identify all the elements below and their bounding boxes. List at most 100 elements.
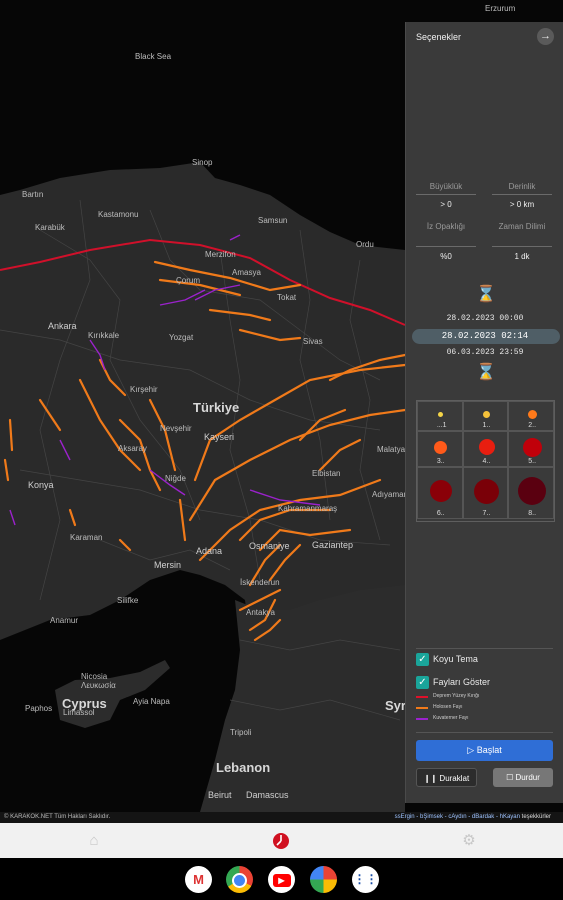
map-label: Adıyaman [372, 490, 409, 499]
map-label: Silifke [117, 596, 139, 605]
map-label: Tripoli [230, 728, 252, 737]
divider [492, 194, 552, 195]
map-label: Bartın [22, 190, 44, 199]
magnitude-cell[interactable]: 4.. [462, 431, 509, 467]
magnitude-label: 2.. [528, 422, 537, 429]
youtube-icon[interactable]: ▶ [268, 866, 295, 893]
map-label: Kırıkkale [88, 331, 120, 340]
magnitude-dot [474, 478, 500, 504]
map-label: Türkiye [193, 400, 240, 415]
legend-label: Kuvaterner Fayı [433, 715, 469, 721]
arrow-right-circle-icon[interactable]: → [537, 28, 554, 45]
magnitude-dot [478, 439, 495, 455]
map-label: Sivas [303, 337, 323, 346]
map-label: Merzifon [205, 250, 236, 259]
map-label: Nevşehir [160, 424, 192, 433]
map-label: Kayseri [204, 432, 235, 442]
home-icon[interactable]: ⌂ [84, 831, 104, 851]
time-step-select[interactable]: 1 dk [492, 252, 552, 261]
map-label: Elbistan [312, 469, 341, 478]
map-label: Amasya [232, 268, 261, 277]
magnitude-label: ...1 [436, 422, 447, 429]
magnitude-label: 7.. [482, 510, 491, 517]
show-faults-label: Fayları Göster [433, 677, 491, 687]
current-time[interactable]: 28.02.2023 02:14 [406, 331, 563, 341]
map-label: Yozgat [169, 333, 194, 342]
magnitude-dot [438, 411, 444, 417]
map-label: Anamur [50, 616, 79, 625]
legend-label: Holosen Fayı [433, 704, 463, 710]
map-label: Osmaniye [249, 541, 290, 551]
stop-button[interactable]: ☐ Durdur [493, 768, 553, 787]
attribution-bar: © KARAKOK.NET Tüm Hakları Saklıdır. ssEr… [0, 812, 563, 823]
depth-label: Derinlik [508, 182, 536, 191]
map-label: Samsun [258, 216, 288, 225]
magnitude-dot [522, 437, 542, 457]
chrome-icon[interactable] [226, 866, 253, 893]
settings-gear-icon[interactable]: ⚙ [459, 831, 479, 851]
show-faults-checkbox[interactable]: ✓ [416, 676, 429, 689]
magnitude-filter[interactable]: > 0 [416, 200, 476, 209]
map-label: Niğde [165, 474, 186, 483]
app-drawer-icon[interactable]: ⋮⋮ [352, 866, 379, 893]
options-panel: Seçenekler → Büyüklük > 0 Derinlik > 0 k… [405, 22, 563, 803]
magnitude-cell[interactable]: 3.. [417, 431, 463, 467]
time-step-label: Zaman Dilimi [498, 222, 546, 231]
dark-theme-checkbox[interactable]: ✓ [416, 653, 429, 666]
divider [416, 246, 476, 247]
map-label: Kastamonu [98, 210, 139, 219]
hourglass-icon: ⌛ [476, 286, 496, 303]
map-label: Antakya [246, 608, 275, 617]
magnitude-label: 5.. [528, 458, 537, 465]
credit-link[interactable]: cAydın [448, 814, 466, 820]
panel-title: Seçenekler [416, 32, 462, 42]
magnitude-cell[interactable]: ...1 [417, 401, 463, 431]
map-label: Konya [28, 480, 54, 490]
credit-link[interactable]: bŞimsek [420, 814, 443, 820]
magnitude-cell[interactable]: 6.. [417, 467, 463, 519]
legend-label: Deprem Yüzey Kırığı [433, 693, 480, 699]
divider [416, 194, 476, 195]
credits: ssErgin - bŞimsek - cAydın - dBardak - h… [394, 814, 551, 820]
end-time[interactable]: 06.03.2023 23:59 [406, 348, 563, 357]
map-label: Mersin [154, 560, 182, 570]
magnitude-cell[interactable]: 5.. [508, 431, 555, 467]
map-label: Sinop [192, 158, 213, 167]
app-logo-icon[interactable] [271, 831, 291, 851]
map-label: Adana [196, 546, 223, 556]
map-label: Karaman [70, 533, 103, 542]
land-levant [200, 585, 405, 812]
dark-theme-label: Koyu Tema [433, 654, 478, 664]
map-label: Ayia Napa [133, 697, 170, 706]
trace-opacity-select[interactable]: %0 [416, 252, 476, 261]
map-label: İskenderun [240, 578, 280, 587]
magnitude-cell[interactable]: 8.. [508, 467, 555, 519]
magnitude-dot [434, 440, 448, 454]
credit-link[interactable]: hKayan [500, 814, 520, 820]
start-button[interactable]: ▷ Başlat [416, 740, 553, 761]
gmail-icon[interactable]: M [185, 866, 212, 893]
photos-icon[interactable] [310, 866, 337, 893]
map-label: Syr [385, 698, 406, 713]
pause-button[interactable]: ❙❙ Duraklat [416, 768, 477, 787]
map-label: Lebanon [216, 760, 271, 775]
magnitude-cell[interactable]: 7.. [462, 467, 509, 519]
copyright-text[interactable]: © KARAKOK.NET Tüm Hakları Saklıdır. [4, 812, 110, 823]
map-label: Karabük [35, 223, 65, 232]
credit-link[interactable]: dBardak [472, 814, 494, 820]
magnitude-cell[interactable]: 1.. [462, 401, 509, 431]
map-label: Ordu [356, 240, 374, 249]
map-label: Malatya [377, 445, 406, 454]
credit-link[interactable]: ssErgin [395, 814, 415, 820]
magnitude-dot [429, 480, 452, 502]
depth-filter[interactable]: > 0 km [492, 200, 552, 209]
magnitude-label: 1.. [482, 422, 491, 429]
magnitude-label: 3.. [436, 458, 445, 465]
legend-swatch [416, 696, 428, 698]
trace-opacity-label: İz Opaklığı [426, 222, 466, 231]
map-label: Çorum [176, 276, 201, 285]
start-time[interactable]: 28.02.2023 00:00 [406, 314, 563, 323]
magnitude-cell[interactable]: 2.. [508, 401, 555, 431]
divider [416, 648, 553, 649]
magnitude-dot [518, 477, 547, 505]
